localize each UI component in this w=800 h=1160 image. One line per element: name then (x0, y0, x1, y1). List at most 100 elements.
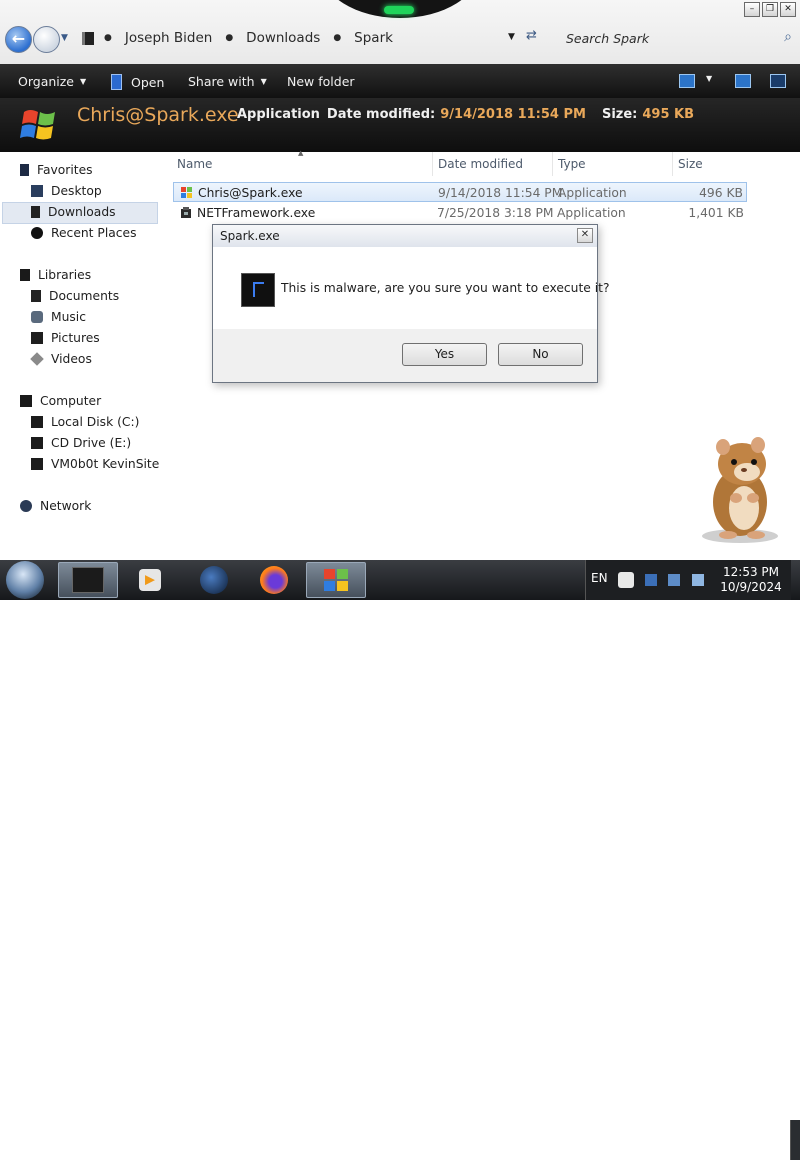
preview-pane-icon[interactable] (735, 74, 751, 88)
nav-downloads[interactable]: Downloads (31, 205, 116, 219)
nav-pictures[interactable]: Pictures (31, 331, 100, 345)
column-header-date[interactable]: Date modified (438, 157, 523, 171)
file-name: Chris@Spark.exe (198, 186, 303, 200)
window-controls: – ❐ ✕ (744, 2, 796, 17)
file-row[interactable]: Chris@Spark.exe 9/14/2018 11:54 PM Appli… (173, 182, 747, 202)
column-divider[interactable] (432, 152, 433, 176)
nav-local-disk[interactable]: Local Disk (C:) (31, 415, 139, 429)
sort-ascending-icon: ▲ (298, 149, 304, 157)
nav-music[interactable]: Music (31, 310, 86, 324)
column-header-size[interactable]: Size (678, 157, 703, 171)
theme-decoration (320, 0, 480, 18)
search-placeholder: Search Spark (566, 30, 650, 46)
dialog-close-button[interactable]: ✕ (577, 228, 593, 243)
refresh-icon[interactable]: ⇄ (526, 28, 537, 43)
application-icon (241, 273, 275, 307)
breadcrumb-item-user[interactable]: Joseph Biden (125, 30, 212, 46)
column-header-name[interactable]: Name (177, 157, 212, 171)
clock[interactable]: 12:53 PM 10/9/2024 (716, 565, 786, 595)
breadcrumb-separator-icon[interactable]: ● (225, 33, 233, 43)
nav-favorites[interactable]: Favorites (20, 163, 93, 177)
installer-icon (181, 207, 191, 218)
breadcrumb-separator-icon[interactable]: ● (104, 33, 112, 43)
details-pane: Chris@Spark.exe Application Date modifie… (0, 98, 800, 152)
show-hidden-icons-icon[interactable] (618, 572, 634, 588)
organize-label: Organize (18, 74, 74, 89)
back-button[interactable]: ← (5, 26, 32, 53)
clock-time: 12:53 PM (723, 565, 779, 579)
nav-libraries-label: Libraries (38, 268, 92, 282)
volume-icon[interactable] (692, 574, 704, 586)
hard-drive-icon (31, 416, 43, 428)
navigation-pane: Favorites Desktop Downloads Recent Place… (0, 152, 166, 560)
organize-button[interactable]: Organize ▼ (18, 74, 86, 89)
dialog-message: This is malware, are you sure you want t… (281, 281, 610, 295)
minimize-button[interactable]: – (744, 2, 760, 17)
windows-logo-icon (324, 569, 348, 591)
column-header-type[interactable]: Type (558, 157, 586, 171)
address-dropdown-icon[interactable]: ▼ (508, 32, 515, 42)
taskbar-item-firefox[interactable] (248, 562, 300, 598)
language-indicator[interactable]: EN (591, 571, 608, 585)
play-icon: ▶ (145, 572, 155, 588)
show-desktop-button[interactable] (790, 1120, 800, 1160)
start-button[interactable] (6, 561, 44, 599)
nav-recent-places[interactable]: Recent Places (31, 226, 137, 240)
file-name: NETFramework.exe (197, 206, 316, 220)
videos-icon (30, 352, 44, 366)
breadcrumb[interactable]: ● Joseph Biden ● Downloads ● Spark (76, 26, 546, 50)
share-with-button[interactable]: Share with ▼ (188, 74, 267, 89)
malware-warning-dialog: Spark.exe ✕ This is malware, are you sur… (212, 224, 610, 383)
breadcrumb-separator-icon[interactable]: ● (333, 33, 341, 43)
firefox-icon (260, 566, 288, 594)
maximize-button[interactable]: ❐ (762, 2, 778, 17)
column-divider[interactable] (552, 152, 553, 176)
breadcrumb-item-downloads[interactable]: Downloads (246, 30, 320, 46)
nav-documents[interactable]: Documents (31, 289, 119, 303)
date-label: Date modified: (326, 107, 436, 122)
nav-network-share[interactable]: VM0b0t KevinSite (31, 457, 159, 471)
recent-pages-dropdown-icon[interactable]: ▼ (61, 33, 68, 43)
nav-music-label: Music (51, 310, 86, 324)
nav-computer[interactable]: Computer (20, 394, 101, 408)
open-button[interactable]: Open (111, 74, 164, 90)
network-icon (20, 500, 32, 512)
yes-button[interactable]: Yes (402, 343, 487, 366)
dialog-title-bar[interactable]: Spark.exe ✕ (213, 225, 597, 247)
taskbar-item-media-player[interactable]: ▶ (124, 562, 176, 598)
nav-network[interactable]: Network (20, 499, 91, 513)
taskbar-item-spark[interactable] (306, 562, 366, 598)
clock-date: 10/9/2024 (720, 580, 782, 594)
view-options-dropdown[interactable]: ▼ (700, 74, 712, 83)
application-icon (111, 74, 122, 90)
nav-cd-drive[interactable]: CD Drive (E:) (31, 436, 131, 450)
file-date: 7/25/2018 3:18 PM (437, 206, 554, 220)
nav-desktop-label: Desktop (51, 184, 102, 198)
close-button[interactable]: ✕ (780, 2, 796, 17)
nav-videos[interactable]: Videos (30, 352, 92, 366)
file-row[interactable]: NETFramework.exe 7/25/2018 3:18 PM Appli… (173, 203, 747, 223)
column-divider[interactable] (672, 152, 673, 176)
action-center-icon[interactable] (645, 574, 657, 586)
file-date: 9/14/2018 11:54 PM (438, 186, 563, 200)
nav-recent-places-label: Recent Places (51, 226, 137, 240)
taskbar-item-browser[interactable] (186, 562, 242, 598)
change-view-icon[interactable] (679, 74, 695, 88)
breadcrumb-item-spark[interactable]: Spark (354, 30, 393, 46)
help-icon[interactable] (770, 74, 786, 88)
search-icon[interactable]: ⌕ (784, 29, 792, 45)
file-type: Application (557, 206, 626, 220)
chevron-down-icon: ▼ (260, 77, 267, 86)
forward-button[interactable] (33, 26, 60, 53)
new-folder-button[interactable]: New folder (287, 74, 355, 89)
search-input[interactable]: Search Spark ⌕ (560, 26, 798, 50)
nav-local-disk-label: Local Disk (C:) (51, 415, 140, 429)
taskbar-item-explorer[interactable] (58, 562, 118, 598)
network-status-icon[interactable] (668, 574, 680, 586)
nav-libraries[interactable]: Libraries (20, 268, 91, 282)
file-type: Application (558, 186, 627, 200)
chevron-down-icon: ▼ (706, 74, 713, 83)
no-button[interactable]: No (498, 343, 583, 366)
file-size: 1,401 KB (688, 206, 744, 220)
nav-desktop[interactable]: Desktop (31, 184, 102, 198)
